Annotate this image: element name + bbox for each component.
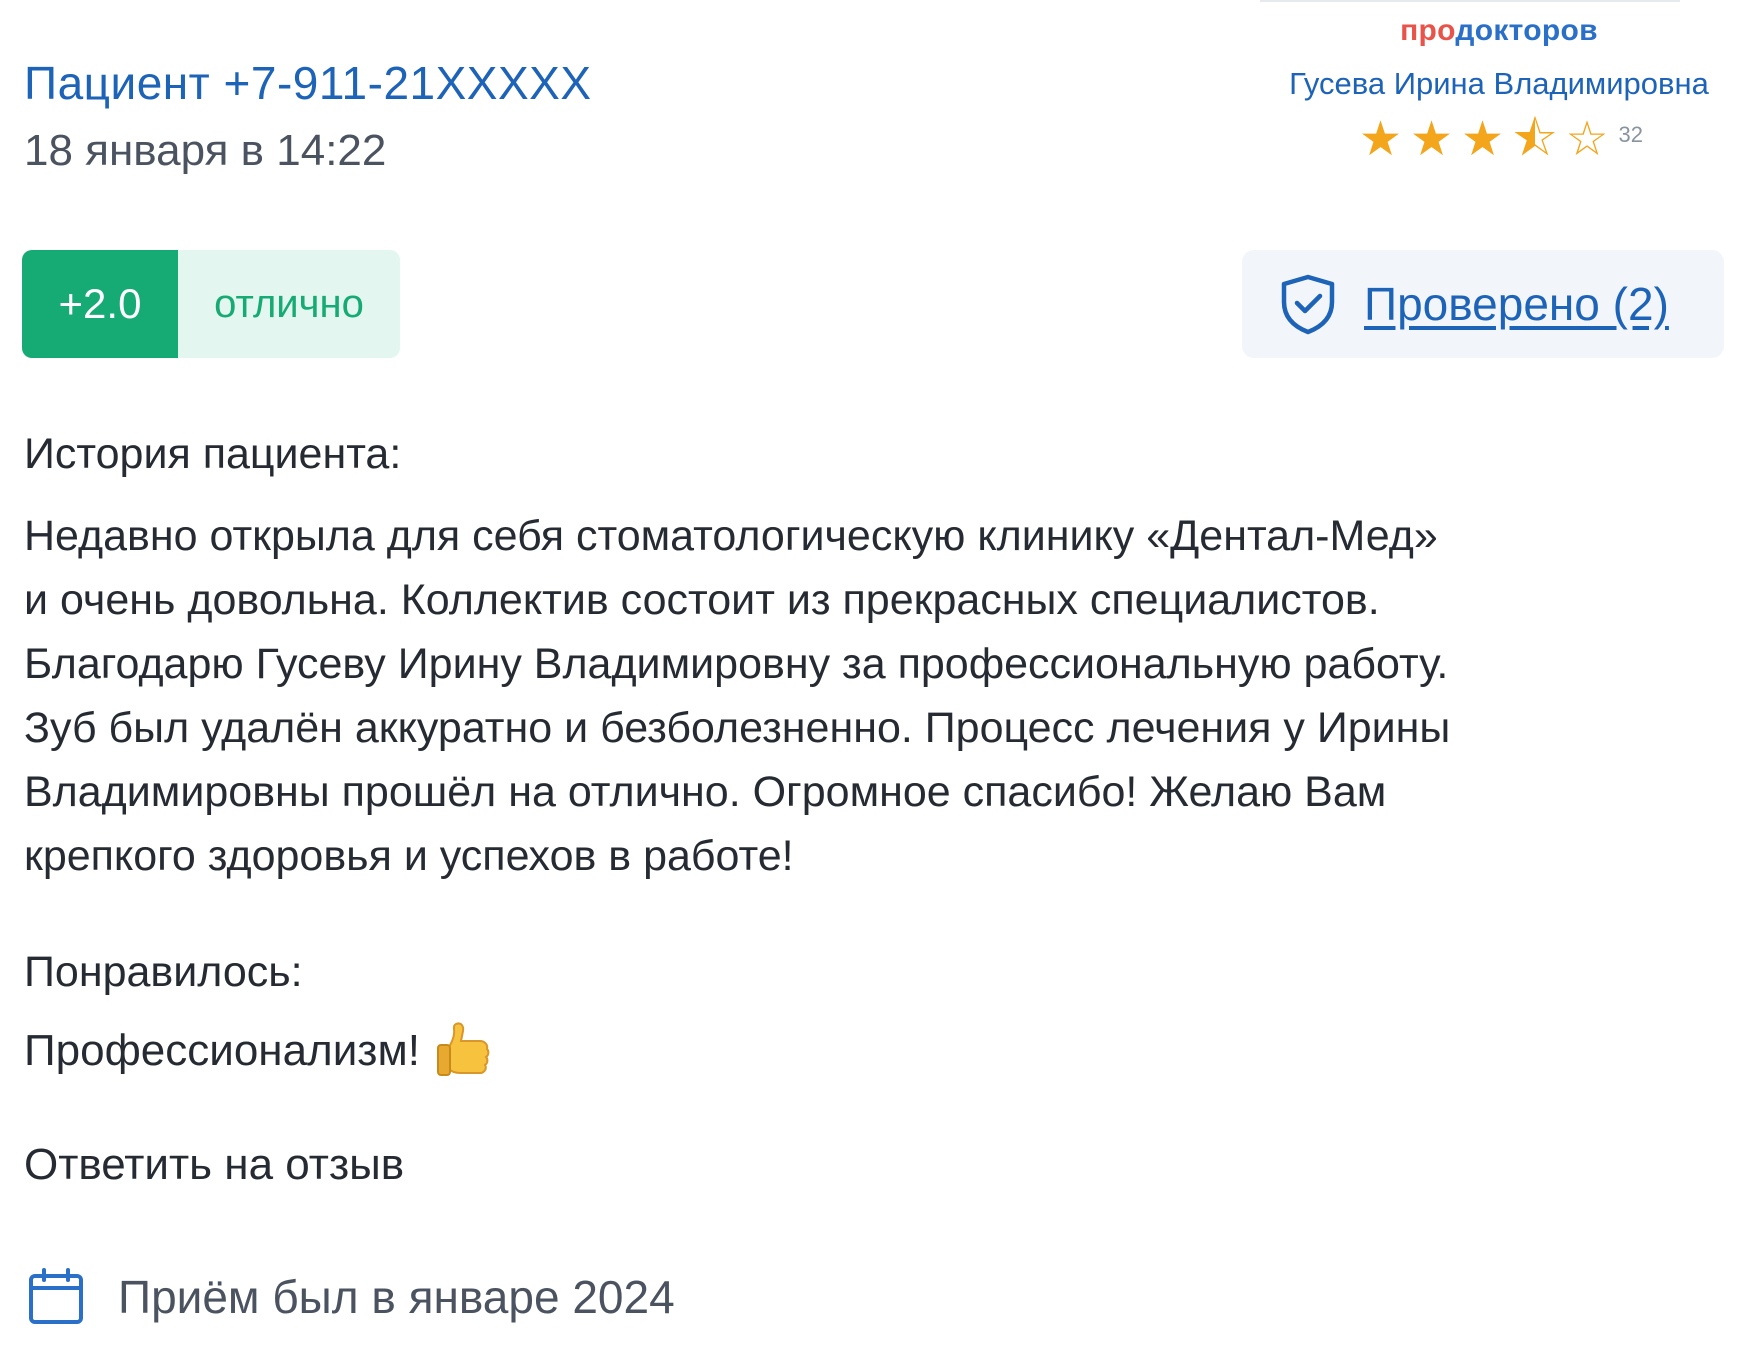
review-author[interactable]: Пациент +7-911-21XXXXX bbox=[24, 56, 592, 110]
visit-text: Приём был в январе 2024 bbox=[118, 1271, 675, 1323]
visit-info: Приём был в январе 2024 bbox=[28, 1268, 675, 1326]
doctor-name[interactable]: Гусева Ирина Владимировна bbox=[1264, 66, 1734, 102]
liked-text: Профессионализм! bbox=[24, 1020, 492, 1082]
story-line: Владимировны прошёл на отлично. Огромное… bbox=[24, 768, 1387, 816]
verified-badge[interactable]: Проверено (2) bbox=[1242, 250, 1724, 358]
liked-value: Профессионализм! bbox=[24, 1026, 420, 1075]
brand-logo[interactable]: продокторов bbox=[1264, 14, 1734, 48]
doctor-rating: ★ ★ ★ ⯪ ☆ 32 bbox=[1264, 116, 1734, 164]
story-line: и очень довольна. Коллектив состоит из п… bbox=[24, 576, 1380, 624]
brand-logo-part-a: про bbox=[1400, 14, 1456, 47]
story-line: крепкого здоровья и успехов в работе! bbox=[24, 832, 794, 880]
verified-link[interactable]: Проверено (2) bbox=[1364, 277, 1669, 331]
calendar-icon bbox=[29, 1268, 83, 1324]
star-empty-icon: ☆ bbox=[1565, 113, 1609, 166]
liked-title: Понравилось: bbox=[24, 948, 303, 996]
story-line: Недавно открыла для себя стоматологическ… bbox=[24, 512, 1438, 560]
reply-button[interactable]: Ответить на отзыв bbox=[24, 1140, 404, 1190]
story-line: Зуб был удалён аккуратно и безболезненно… bbox=[24, 704, 1451, 752]
star-filled-icon: ★ bbox=[1358, 113, 1402, 166]
thumbs-up-icon bbox=[436, 1022, 490, 1076]
star-filled-icon: ★ bbox=[1461, 113, 1505, 166]
star-filled-icon: ★ bbox=[1409, 113, 1454, 166]
top-divider bbox=[1260, 0, 1680, 2]
story-line: Благодарю Гусеву Ирину Владимировну за п… bbox=[24, 640, 1449, 688]
brand-logo-part-b: докторов bbox=[1455, 14, 1598, 47]
story-text: Недавно открыла для себя стоматологическ… bbox=[24, 504, 1724, 888]
score-value: +2.0 bbox=[22, 250, 178, 358]
review-date: 18 января в 14:22 bbox=[24, 126, 387, 175]
shield-check-icon bbox=[1281, 274, 1335, 335]
score-badge: +2.0 отлично bbox=[22, 250, 400, 358]
rating-count: 32 bbox=[1618, 122, 1644, 147]
story-title: История пациента: bbox=[24, 430, 402, 478]
score-label: отлично bbox=[178, 250, 400, 358]
brand-block: продокторов Гусева Ирина Владимировна ★ … bbox=[1264, 14, 1734, 164]
star-half-icon: ⯪ bbox=[1512, 113, 1558, 166]
